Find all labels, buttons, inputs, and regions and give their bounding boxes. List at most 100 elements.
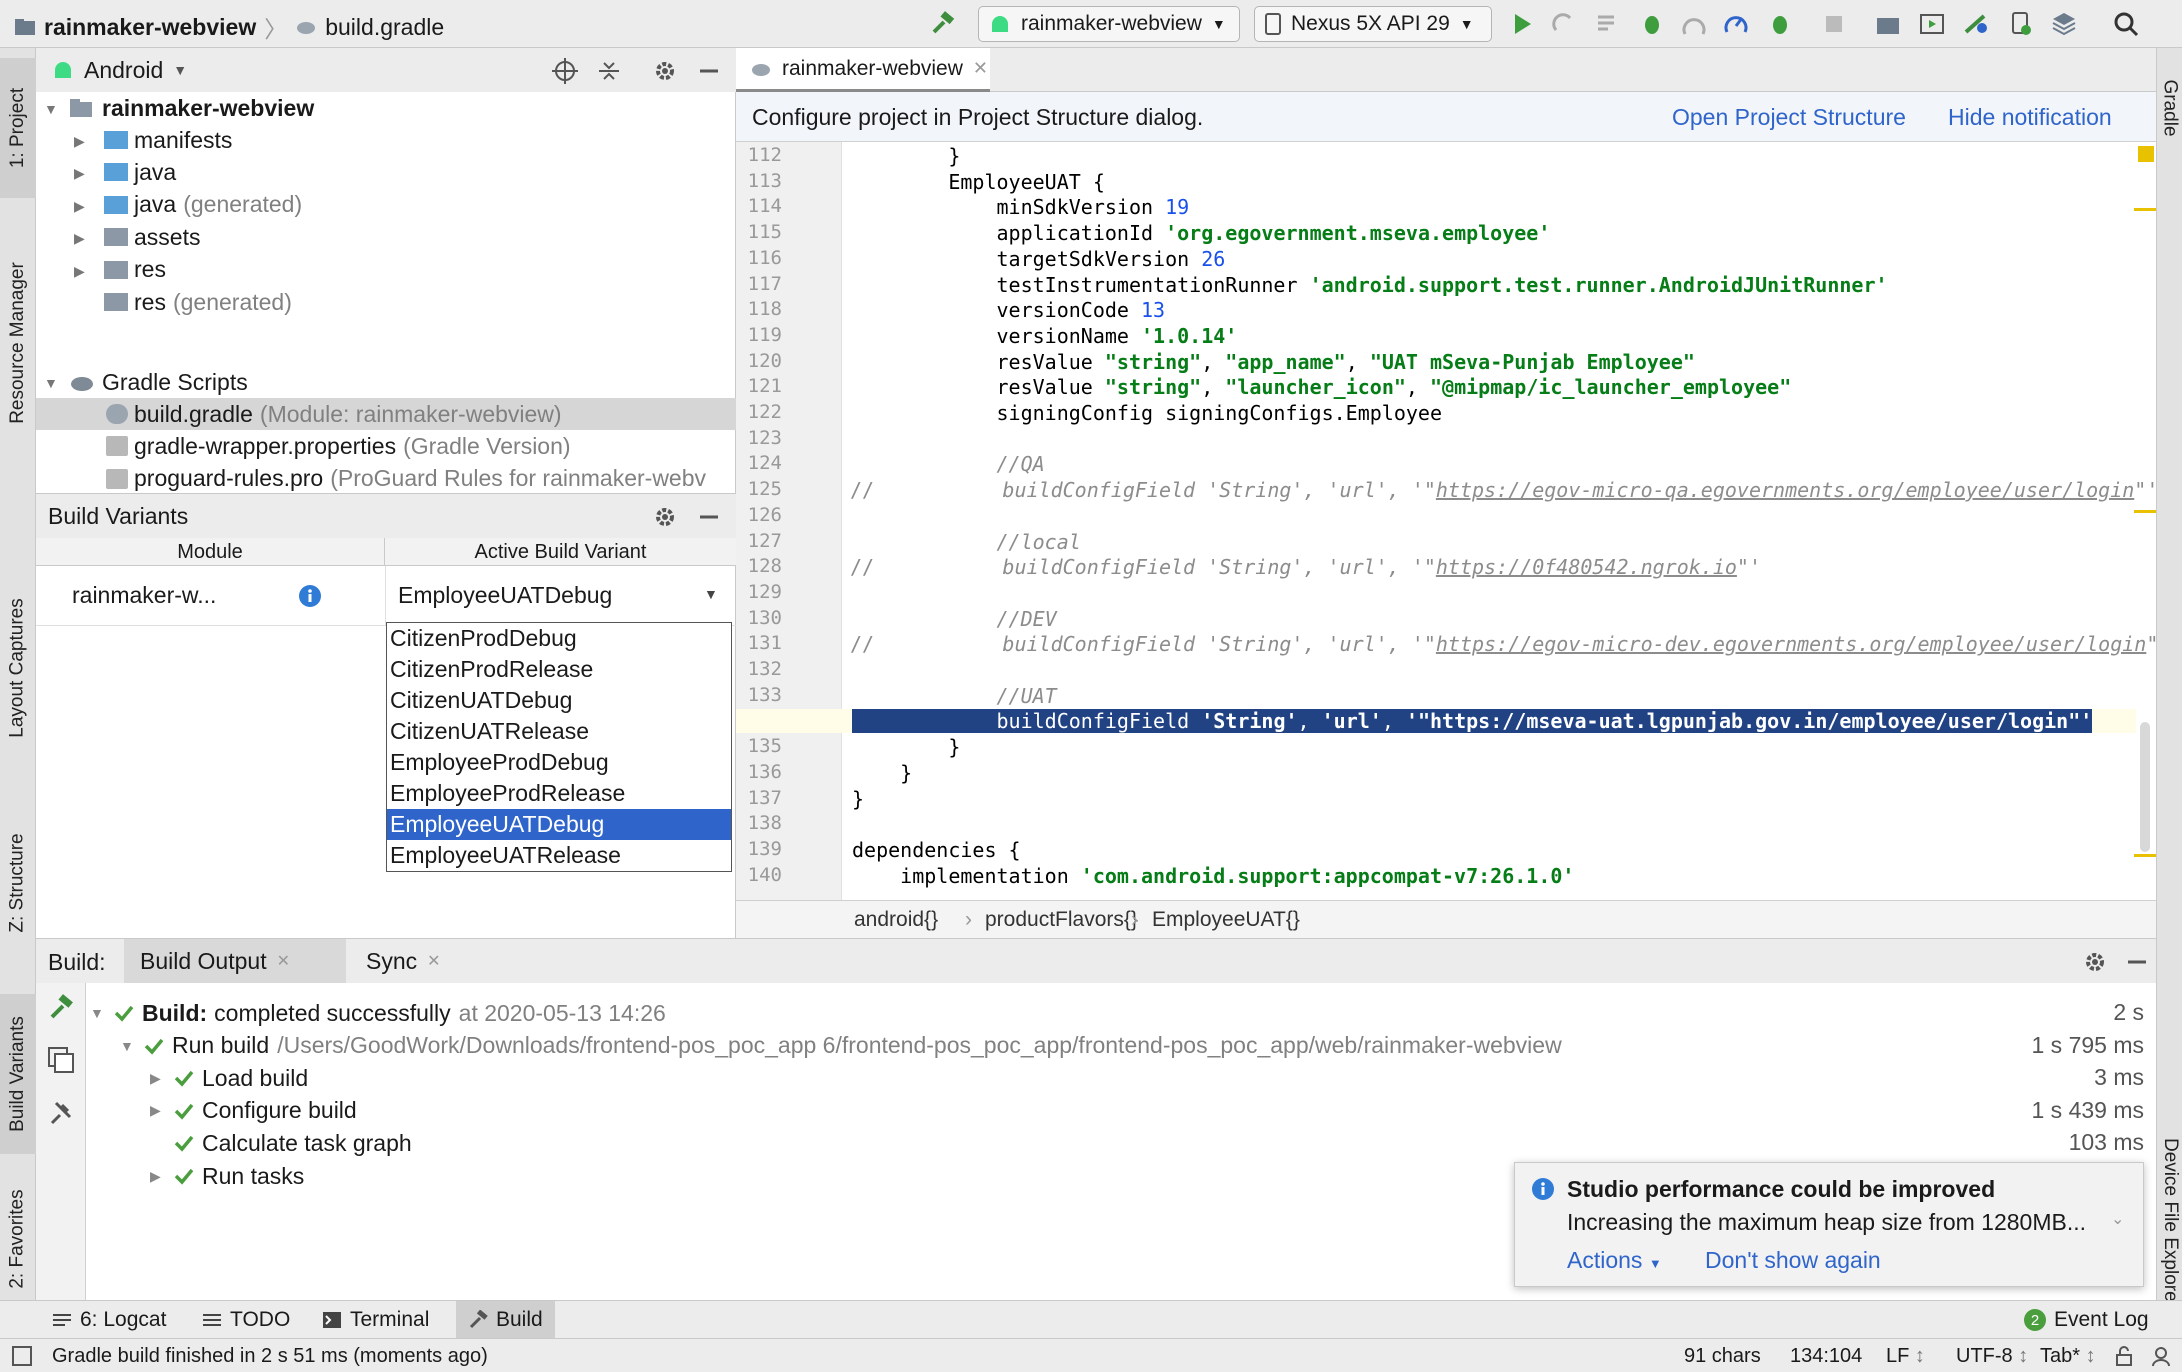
- expand-arrow-icon[interactable]: ▶: [74, 133, 86, 149]
- tab-build[interactable]: Build: [456, 1301, 555, 1339]
- gradle-file-item[interactable]: build.gradle (Module: rainmaker-webview): [36, 398, 736, 430]
- bug-attach-icon[interactable]: [1766, 10, 1794, 38]
- stop-icon[interactable]: [1820, 10, 1848, 38]
- actions-menu[interactable]: Actions ▼: [1567, 1247, 1662, 1274]
- code-line[interactable]: targetSdkVersion 26: [852, 247, 1225, 271]
- code-line[interactable]: buildConfigField 'String', 'url', '"http…: [882, 478, 2156, 502]
- tab-todo[interactable]: TODO: [202, 1301, 290, 1339]
- editor-tab-active[interactable]: rainmaker-webview ✕: [736, 48, 990, 92]
- tab-favorites[interactable]: 2: Favorites: [0, 1174, 36, 1304]
- gear-icon[interactable]: [652, 504, 678, 530]
- tree-item[interactable]: ▶ java: [36, 156, 736, 188]
- variant-option[interactable]: EmployeeProdRelease: [387, 778, 731, 809]
- tree-root[interactable]: ▼ rainmaker-webview: [36, 92, 736, 124]
- tree-item[interactable]: ▶ java (generated): [36, 189, 736, 221]
- expand-arrow-icon[interactable]: ▶: [74, 198, 86, 214]
- gradle-file-item[interactable]: gradle-wrapper.properties (Gradle Version…: [36, 430, 736, 462]
- close-icon[interactable]: ✕: [427, 951, 440, 971]
- expand-arrow-icon[interactable]: ▶: [74, 263, 86, 279]
- variant-option[interactable]: EmployeeUATRelease: [387, 840, 731, 871]
- code-line[interactable]: }: [852, 735, 960, 759]
- build-tree-row[interactable]: ▶ Load build: [150, 1062, 308, 1094]
- code-line[interactable]: resValue "string", "app_name", "UAT mSev…: [852, 350, 1694, 374]
- code-line[interactable]: EmployeeUAT {: [852, 170, 1105, 194]
- build-tree-row[interactable]: Calculate task graph: [150, 1127, 412, 1159]
- expand-arrow-icon[interactable]: ▶: [150, 1168, 174, 1185]
- tree-item[interactable]: ▶ manifests: [36, 124, 736, 156]
- expand-arrow-icon[interactable]: ▼: [120, 1038, 144, 1054]
- code-line[interactable]: testInstrumentationRunner 'android.suppo…: [852, 273, 1887, 297]
- code-line[interactable]: }: [852, 144, 960, 168]
- tab-sync[interactable]: Sync ✕: [354, 939, 464, 983]
- code-line[interactable]: applicationId 'org.egovernment.mseva.emp…: [852, 221, 1550, 245]
- tab-build-variants[interactable]: Build Variants: [0, 994, 36, 1154]
- variant-option[interactable]: EmployeeUATDebug: [387, 809, 731, 840]
- expand-arrow-icon[interactable]: ▶: [74, 230, 86, 246]
- minimize-icon[interactable]: [696, 58, 722, 84]
- view-mode-select[interactable]: Android: [84, 57, 163, 84]
- tab-terminal[interactable]: Terminal: [322, 1301, 429, 1339]
- code-line[interactable]: }: [852, 787, 864, 811]
- line-separator[interactable]: LF ↕: [1886, 1345, 1925, 1368]
- code-editor[interactable]: 112 113 114 115 116 117 118 119 120 121 122 123 124 1…: [736, 142, 2156, 900]
- tab-project[interactable]: 1: Project: [0, 58, 36, 198]
- device-select[interactable]: Nexus 5X API 29 ▼: [1254, 6, 1492, 42]
- variant-option[interactable]: CitizenProdRelease: [387, 654, 731, 685]
- breadcrumb-file[interactable]: build.gradle: [325, 14, 444, 41]
- sync-gradle-icon[interactable]: [1874, 10, 1902, 38]
- code-line[interactable]: //QA: [852, 452, 1044, 476]
- debug-icon[interactable]: [1638, 10, 1666, 38]
- code-line[interactable]: dependencies {: [852, 838, 1021, 862]
- code-line[interactable]: buildConfigField 'String', 'url', '"http…: [736, 709, 2136, 734]
- expand-arrow-icon[interactable]: ▼: [44, 101, 58, 117]
- expand-arrow-icon[interactable]: ▼: [90, 1005, 114, 1021]
- tree-item[interactable]: res (generated): [36, 286, 736, 318]
- open-project-structure-link[interactable]: Open Project Structure: [1672, 104, 1906, 131]
- editor-scrollbar[interactable]: [2140, 722, 2150, 852]
- expand-arrow-icon[interactable]: ▶: [150, 1070, 174, 1087]
- tab-resource-manager[interactable]: Resource Manager: [0, 218, 36, 468]
- code-line[interactable]: //DEV: [852, 607, 1056, 631]
- build-tree-row[interactable]: ▼ Run build/Users/GoodWork/Downloads/fron…: [120, 1030, 1562, 1062]
- variant-option[interactable]: CitizenProdDebug: [387, 623, 731, 654]
- code-line[interactable]: //local: [852, 530, 1080, 554]
- project-structure-icon[interactable]: [2050, 10, 2078, 38]
- expand-arrow-icon[interactable]: ▶: [74, 165, 86, 181]
- warning-marker[interactable]: [2138, 146, 2154, 162]
- tree-gradle-scripts[interactable]: ▼ Gradle Scripts: [36, 366, 736, 398]
- tab-logcat[interactable]: 6: Logcat: [52, 1301, 166, 1339]
- close-icon[interactable]: ✕: [277, 951, 290, 971]
- hector-icon[interactable]: [2150, 1345, 2172, 1367]
- close-icon[interactable]: ✕: [973, 58, 988, 79]
- event-log-button[interactable]: 2 Event Log: [2024, 1301, 2149, 1339]
- caret-position[interactable]: 134:104: [1790, 1345, 1862, 1368]
- build-tree-row[interactable]: ▶ Run tasks: [150, 1160, 304, 1192]
- attach-debugger-icon[interactable]: [1722, 10, 1750, 38]
- code-line[interactable]: //UAT: [852, 684, 1056, 708]
- code-breadcrumb-item[interactable]: EmployeeUAT{}: [1152, 908, 1300, 932]
- tab-gradle[interactable]: Gradle: [2157, 58, 2182, 158]
- column-active-variant[interactable]: Active Build Variant: [385, 538, 736, 566]
- code-line[interactable]: implementation 'com.android.support:appc…: [852, 864, 1574, 888]
- toggle-view-icon[interactable]: [46, 1045, 76, 1075]
- code-line[interactable]: buildConfigField 'String', 'url', '"http…: [882, 555, 1761, 579]
- code-line[interactable]: versionName '1.0.14': [852, 324, 1237, 348]
- variant-option[interactable]: CitizenUATDebug: [387, 685, 731, 716]
- run-icon[interactable]: [1508, 10, 1536, 38]
- file-encoding[interactable]: UTF-8 ↕: [1956, 1345, 2028, 1368]
- tab-layout-captures[interactable]: Layout Captures: [0, 548, 36, 788]
- minimize-icon[interactable]: [2124, 949, 2150, 975]
- chevron-down-icon[interactable]: ▼: [173, 62, 187, 78]
- apply-changes-icon[interactable]: [1550, 10, 1578, 38]
- search-icon[interactable]: [2112, 10, 2140, 38]
- device-manager-icon[interactable]: [2006, 10, 2034, 38]
- lock-icon[interactable]: [2114, 1345, 2136, 1367]
- locate-icon[interactable]: [552, 58, 578, 84]
- column-module[interactable]: Module: [36, 538, 385, 566]
- make-project-hammer-icon[interactable]: [928, 10, 956, 38]
- expand-arrow-icon[interactable]: ▶: [150, 1102, 174, 1119]
- tool-window-toggle-icon[interactable]: [12, 1346, 32, 1366]
- info-icon[interactable]: [298, 584, 322, 608]
- code-breadcrumb-item[interactable]: android{}: [854, 908, 938, 932]
- expand-arrow-icon[interactable]: ▼: [44, 375, 58, 391]
